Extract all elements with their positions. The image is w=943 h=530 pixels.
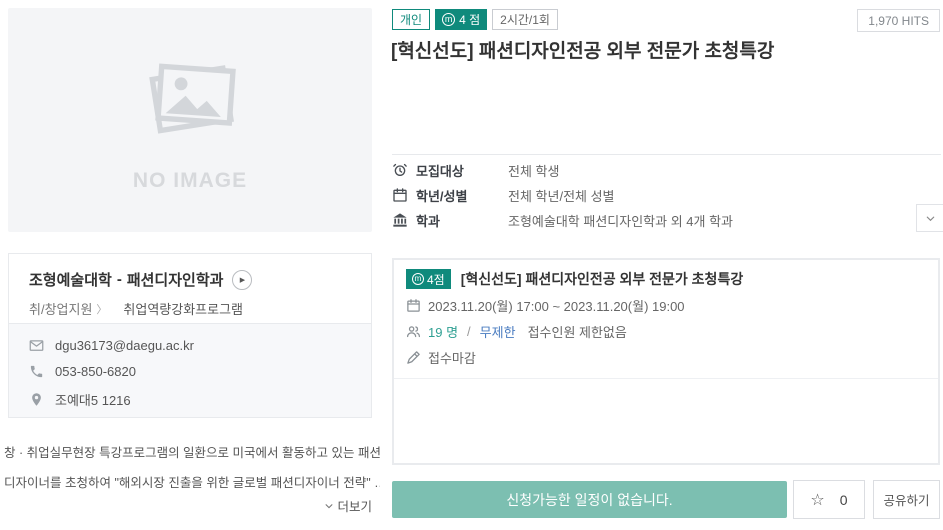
schedule-status-row: 접수마감: [406, 348, 926, 367]
department-name: 패션디자인학과: [127, 269, 224, 290]
star-icon: ☆: [810, 490, 824, 510]
info-label: 모집대상: [416, 161, 500, 180]
schedule-datetime: 2023.11.20(월) 17:00 ~ 2023.11.20(월) 19:0…: [428, 296, 685, 315]
schedule-title: [혁신선도] 패션디자인전공 외부 전문가 초청특강: [461, 269, 743, 289]
contact-section: dgu36173@daegu.ac.kr 053-850-6820 조예대5 1…: [9, 323, 371, 417]
applicant-count: 19 명: [428, 322, 458, 341]
description-line: 창 · 취업실무현장 특강프로그램의 일환으로 미국에서 활동하고 있는 패션: [4, 438, 380, 468]
schedule-item-header: m 4점 [혁신선도] 패션디자인전공 외부 전문가 초청특강: [406, 269, 926, 289]
no-schedule-button[interactable]: 신청가능한 일정이 없습니다.: [392, 481, 787, 518]
schedule-item[interactable]: m 4점 [혁신선도] 패션디자인전공 외부 전문가 초청특강 2023.11.…: [394, 260, 938, 379]
info-value: 전체 학생: [508, 161, 559, 180]
calendar-icon: [392, 187, 408, 203]
breadcrumb-category[interactable]: 취/창업지원: [29, 299, 92, 318]
envelope-icon: [29, 338, 44, 353]
section-divider: [392, 154, 941, 155]
contact-phone-row: 053-850-6820: [29, 364, 351, 379]
play-icon: ▶: [240, 276, 245, 284]
info-value: 조형예술대학 패션디자인학과 외 4개 학과: [508, 211, 733, 230]
mileage-icon: m: [412, 273, 424, 285]
registration-status: 접수마감: [428, 348, 476, 367]
slash-separator: /: [467, 324, 471, 339]
chevron-down-icon: [324, 501, 334, 511]
points-badge: m 4 점: [435, 9, 487, 30]
info-row-grade-gender: 학년/성별 전체 학년/전체 성별: [392, 186, 615, 204]
info-value: 전체 학년/전체 성별: [508, 186, 615, 205]
phone-icon: [29, 364, 44, 379]
contact-email-row: dgu36173@daegu.ac.kr: [29, 338, 351, 353]
mileage-icon: m: [442, 13, 455, 26]
contact-location-row: 조예대5 1216: [29, 390, 351, 409]
hits-counter: 1,970 HITS: [857, 9, 940, 32]
more-label: 더보기: [337, 500, 372, 514]
pen-icon: [406, 350, 421, 365]
favorite-button[interactable]: ☆ 0: [793, 480, 865, 519]
contact-location: 조예대5 1216: [55, 390, 131, 409]
description: 창 · 취업실무현장 특강프로그램의 일환으로 미국에서 활동하고 있는 패션 …: [4, 438, 380, 498]
department-card-header: 조형예술대학 - 패션디자인학과 ▶ 취/창업지원 〉 취업역량강화프로그램: [9, 254, 371, 318]
breadcrumb-program[interactable]: 취업역량강화프로그램: [123, 299, 243, 318]
schedule-points-badge: m 4점: [406, 269, 451, 289]
no-image-label: NO IMAGE: [133, 169, 247, 193]
duration-badge: 2시간/1회: [492, 9, 558, 30]
share-button[interactable]: 공유하기: [873, 480, 940, 519]
bank-icon: [392, 212, 408, 228]
favorite-count: 0: [840, 492, 848, 508]
page-title: [혁신선도] 패션디자인전공 외부 전문가 초청특강: [391, 36, 774, 63]
college-name: 조형예술대학: [29, 269, 112, 290]
name-separator: -: [117, 271, 122, 288]
points-label: 4 점: [459, 11, 480, 28]
description-line: 디자이너를 초청하여 "해외시장 진출을 위한 글로벌 패션디자이너 전략" …: [4, 468, 380, 498]
chevron-down-icon: [925, 213, 936, 224]
department-expand-button[interactable]: [916, 204, 943, 232]
department-card: 조형예술대학 - 패션디자인학과 ▶ 취/창업지원 〉 취업역량강화프로그램: [8, 253, 372, 418]
event-detail-page: NO IMAGE 개인 m 4 점 2시간/1회 1,970 HITS [혁신선…: [0, 0, 943, 530]
map-pin-icon: [29, 392, 44, 407]
play-button[interactable]: ▶: [232, 270, 252, 290]
schedule-card: m 4점 [혁신선도] 패션디자인전공 외부 전문가 초청특강 2023.11.…: [392, 258, 940, 465]
badge-row: 개인 m 4 점 2시간/1회: [392, 9, 558, 30]
breadcrumb-arrow-icon: 〉: [96, 301, 107, 317]
info-label: 학과: [416, 211, 500, 230]
contact-phone: 053-850-6820: [55, 364, 136, 379]
info-label: 학년/성별: [416, 186, 500, 205]
schedule-capacity-row: 19 명 / 무제한 접수인원 제한없음: [406, 322, 926, 341]
no-image-placeholder: NO IMAGE: [8, 8, 372, 232]
calendar-icon: [406, 298, 421, 313]
capacity-value: 무제한: [480, 322, 516, 341]
people-icon: [406, 324, 421, 339]
breadcrumb: 취/창업지원 〉 취업역량강화프로그램: [29, 299, 351, 318]
department-name-row: 조형예술대학 - 패션디자인학과 ▶: [29, 269, 351, 290]
capacity-note: 접수인원 제한없음: [528, 322, 627, 341]
photos-icon: [130, 47, 250, 147]
info-row-department: 학과 조형예술대학 패션디자인학과 외 4개 학과: [392, 211, 733, 229]
personal-badge: 개인: [392, 9, 430, 30]
alarm-clock-icon: [392, 162, 408, 178]
info-row-target: 모집대상 전체 학생: [392, 161, 559, 179]
contact-email: dgu36173@daegu.ac.kr: [55, 338, 194, 353]
schedule-datetime-row: 2023.11.20(월) 17:00 ~ 2023.11.20(월) 19:0…: [406, 296, 926, 315]
schedule-points-label: 4점: [427, 271, 445, 288]
more-link[interactable]: 더보기: [4, 496, 372, 515]
